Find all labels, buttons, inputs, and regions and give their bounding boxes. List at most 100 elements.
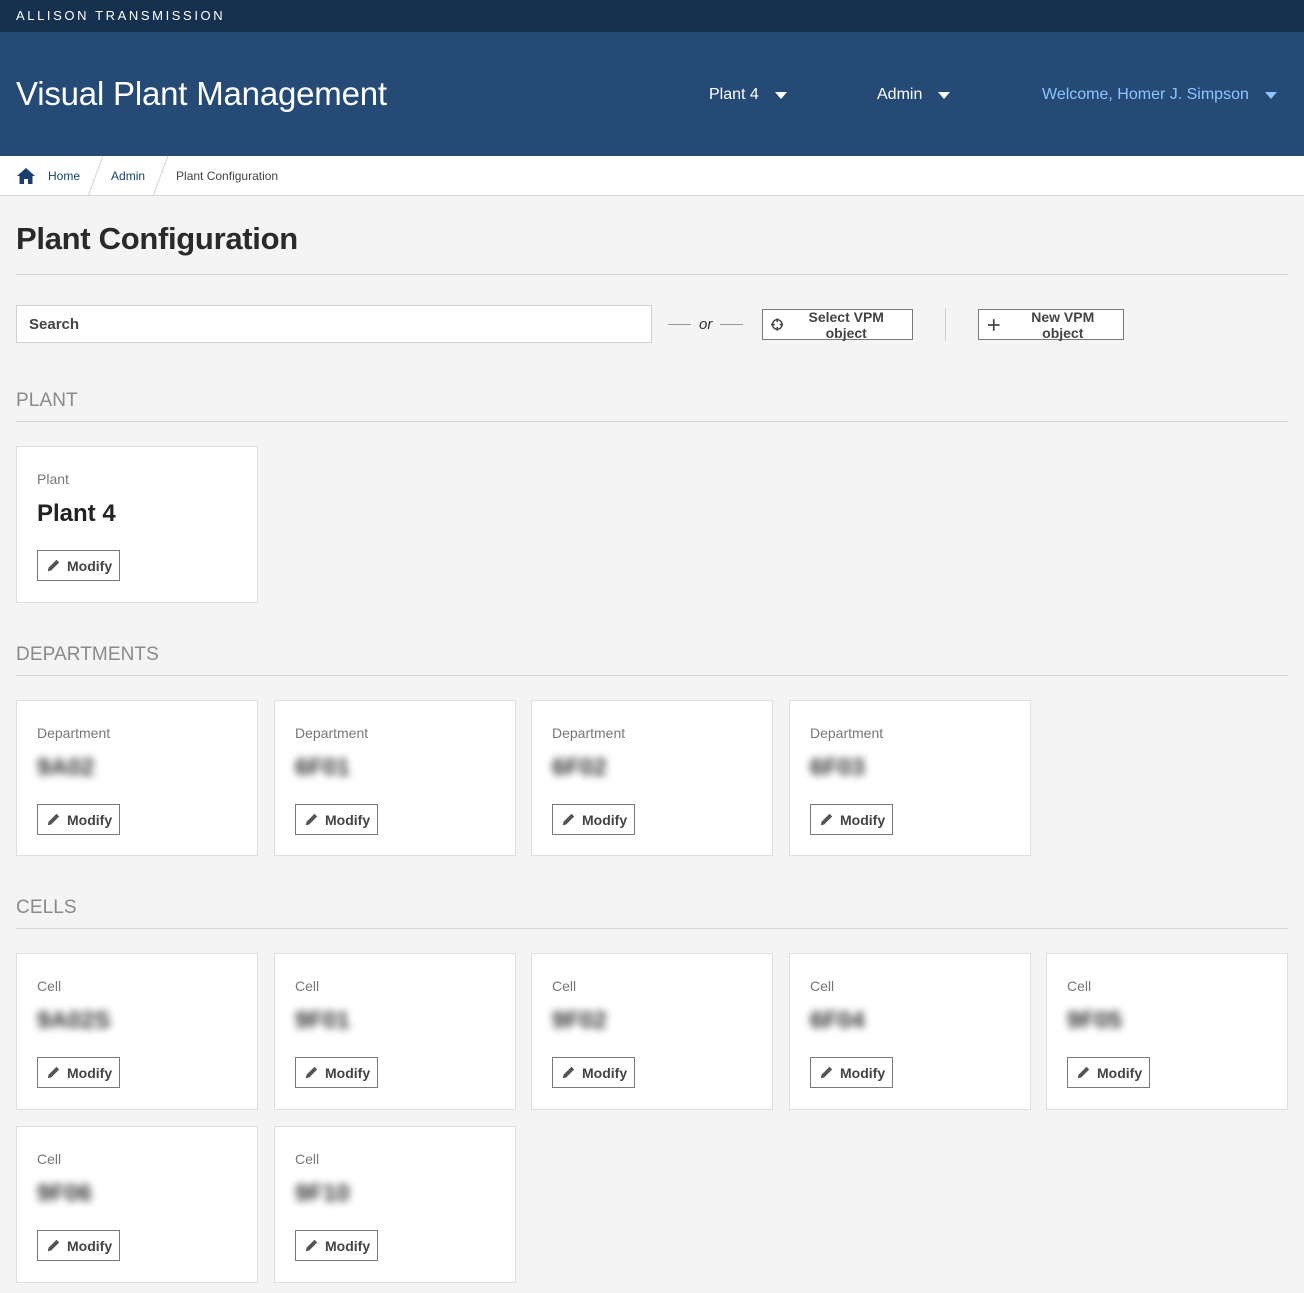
admin-menu[interactable]: Admin bbox=[877, 86, 951, 104]
card-name: 6F03 bbox=[810, 754, 865, 781]
cell-card: Cell 9F06 Modify bbox=[16, 1126, 258, 1283]
card-type: Department bbox=[37, 725, 111, 741]
user-menu[interactable]: Welcome, Homer J. Simpson bbox=[1042, 86, 1277, 104]
caret-down-icon bbox=[938, 91, 951, 99]
modify-button[interactable]: Modify bbox=[295, 1230, 378, 1261]
page-title: Plant Configuration bbox=[16, 221, 298, 256]
modify-button[interactable]: Modify bbox=[810, 804, 893, 835]
section-title-departments: DEPARTMENTS bbox=[16, 644, 159, 665]
card-type: Cell bbox=[810, 978, 835, 994]
pencil-icon bbox=[305, 1066, 318, 1079]
breadcrumb-separator bbox=[87, 155, 104, 196]
breadcrumb-home[interactable]: Home bbox=[16, 167, 80, 185]
search-input[interactable] bbox=[16, 305, 652, 343]
modify-button[interactable]: Modify bbox=[37, 1230, 120, 1261]
modify-button[interactable]: Modify bbox=[295, 804, 378, 835]
app-header: Visual Plant Management Plant 4 Admin We… bbox=[0, 32, 1304, 156]
plant-card: Plant Plant 4 Modify bbox=[16, 446, 258, 603]
department-card: Department 6F01 Modify bbox=[274, 700, 516, 856]
section-title-cells: CELLS bbox=[16, 897, 77, 918]
or-separator: or bbox=[668, 316, 744, 333]
brand-name: ALLISON TRANSMISSION bbox=[16, 8, 226, 23]
plus-icon bbox=[987, 318, 1000, 331]
breadcrumb-admin[interactable]: Admin bbox=[111, 169, 145, 183]
card-name: 9F05 bbox=[1067, 1007, 1122, 1034]
card-name: 9F10 bbox=[295, 1180, 350, 1207]
plant-menu[interactable]: Plant 4 bbox=[709, 86, 787, 104]
plant-menu-label: Plant 4 bbox=[709, 86, 759, 103]
section-title-plant: PLANT bbox=[16, 390, 78, 411]
pencil-icon bbox=[47, 1066, 60, 1079]
card-name: 6F02 bbox=[552, 754, 607, 781]
cell-card: Cell 9F05 Modify bbox=[1046, 953, 1288, 1110]
modify-label: Modify bbox=[325, 1064, 371, 1081]
department-card: Department 6F03 Modify bbox=[789, 700, 1031, 856]
modify-label: Modify bbox=[325, 1237, 371, 1254]
modify-button[interactable]: Modify bbox=[37, 804, 120, 835]
cell-card: Cell 9F01 Modify bbox=[274, 953, 516, 1110]
department-card: Department 6F02 Modify bbox=[531, 700, 773, 856]
pencil-icon bbox=[562, 813, 575, 826]
card-type: Cell bbox=[295, 1151, 320, 1167]
pencil-icon bbox=[820, 813, 833, 826]
admin-menu-label: Admin bbox=[877, 86, 923, 103]
or-text: or bbox=[699, 316, 713, 333]
card-name: 9F02 bbox=[552, 1007, 607, 1034]
toolbar-divider bbox=[945, 308, 946, 341]
pencil-icon bbox=[562, 1066, 575, 1079]
modify-label: Modify bbox=[67, 557, 113, 574]
breadcrumb-separator bbox=[152, 155, 169, 196]
modify-button[interactable]: Modify bbox=[1067, 1057, 1150, 1088]
caret-down-icon bbox=[774, 91, 787, 99]
modify-label: Modify bbox=[840, 1064, 886, 1081]
cell-card: Cell 9F02 Modify bbox=[531, 953, 773, 1110]
pencil-icon bbox=[820, 1066, 833, 1079]
pencil-icon bbox=[47, 1239, 60, 1252]
card-type: Department bbox=[552, 725, 626, 741]
modify-button[interactable]: Modify bbox=[810, 1057, 893, 1088]
modify-button[interactable]: Modify bbox=[37, 550, 120, 581]
cell-card: Cell 9A02S Modify bbox=[16, 953, 258, 1110]
modify-label: Modify bbox=[582, 1064, 628, 1081]
card-name: 9F01 bbox=[295, 1007, 350, 1034]
new-vpm-object-label: New VPM object bbox=[1031, 308, 1095, 341]
breadcrumb-home-label: Home bbox=[48, 168, 81, 183]
or-line bbox=[668, 324, 691, 325]
modify-label: Modify bbox=[325, 811, 371, 828]
card-type: Cell bbox=[37, 1151, 62, 1167]
modify-label: Modify bbox=[582, 811, 628, 828]
card-type: Cell bbox=[1067, 978, 1092, 994]
app-title[interactable]: Visual Plant Management bbox=[16, 75, 387, 113]
new-vpm-object-button[interactable]: New VPM object bbox=[978, 308, 1124, 341]
modify-label: Modify bbox=[840, 811, 886, 828]
divider bbox=[16, 421, 1288, 422]
card-type: Cell bbox=[295, 978, 320, 994]
cell-card: Cell 9F10 Modify bbox=[274, 1126, 516, 1283]
modify-button[interactable]: Modify bbox=[552, 1057, 635, 1088]
card-name: 9A02 bbox=[37, 754, 95, 781]
divider bbox=[16, 274, 1288, 275]
select-vpm-object-button[interactable]: Select VPM object bbox=[762, 308, 913, 341]
select-vpm-object-label: Select VPM object bbox=[808, 308, 884, 341]
user-menu-label: Welcome, Homer J. Simpson bbox=[1042, 86, 1249, 103]
card-name: Plant 4 bbox=[37, 500, 116, 527]
cell-card: Cell 6F04 Modify bbox=[789, 953, 1031, 1110]
modify-label: Modify bbox=[67, 1237, 113, 1254]
department-card: Department 9A02 Modify bbox=[16, 700, 258, 856]
divider bbox=[16, 928, 1288, 929]
modify-label: Modify bbox=[67, 1064, 113, 1081]
divider bbox=[16, 675, 1288, 676]
card-name: 6F01 bbox=[295, 754, 350, 781]
card-type: Department bbox=[810, 725, 884, 741]
card-type: Cell bbox=[552, 978, 577, 994]
modify-label: Modify bbox=[1097, 1064, 1143, 1081]
card-type: Cell bbox=[37, 978, 62, 994]
modify-button[interactable]: Modify bbox=[552, 804, 635, 835]
pencil-icon bbox=[305, 813, 318, 826]
home-icon bbox=[17, 167, 35, 184]
pencil-icon bbox=[47, 559, 60, 572]
modify-button[interactable]: Modify bbox=[37, 1057, 120, 1088]
card-name: 6F04 bbox=[810, 1007, 865, 1034]
modify-button[interactable]: Modify bbox=[295, 1057, 378, 1088]
top-brand-strip: ALLISON TRANSMISSION bbox=[0, 0, 1304, 32]
